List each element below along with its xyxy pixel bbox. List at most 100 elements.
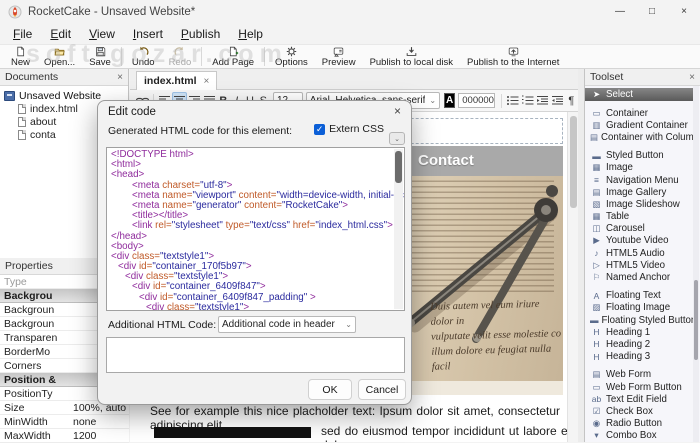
- toolset-item-radio-button[interactable]: ◉ Radio Button: [585, 418, 693, 430]
- menu-insert[interactable]: Insert: [124, 25, 172, 43]
- code-line: <div class="textstyle1">: [146, 301, 250, 311]
- format-separator: [500, 93, 502, 108]
- code-line: <link rel="stylesheet" type="text/css" h…: [132, 220, 393, 232]
- rocketcake-window: RocketCake - Unsaved Website* — □ × File…: [0, 0, 700, 443]
- property-row[interactable]: MaxWidth 1200: [0, 429, 129, 443]
- extern-css-checkbox[interactable]: ✓ Extern CSS: [314, 123, 384, 135]
- tab-close-icon[interactable]: ×: [204, 76, 210, 87]
- toolbar-open-button[interactable]: Open...: [37, 45, 82, 68]
- toolset-item-floating-styled-button[interactable]: ▬ Floating Styled Button: [585, 314, 693, 326]
- cancel-button[interactable]: Cancel: [358, 379, 406, 400]
- container-icon: ▭: [592, 107, 601, 118]
- ok-button[interactable]: OK: [308, 379, 352, 400]
- maximize-button[interactable]: □: [636, 0, 668, 23]
- toolset-scrollbar[interactable]: [693, 86, 699, 442]
- documents-close-icon[interactable]: ×: [117, 72, 123, 83]
- menu-publish[interactable]: Publish: [172, 25, 229, 43]
- tab-index-html[interactable]: index.html ×: [136, 71, 218, 90]
- toolset-item-html5-audio[interactable]: ♪ HTML5 Audio: [585, 247, 693, 259]
- toolset-item-combo-box[interactable]: ▾ Combo Box: [585, 430, 693, 442]
- additional-code-textarea[interactable]: [106, 337, 405, 373]
- menu-view[interactable]: View: [80, 25, 124, 43]
- code-line: </head>: [111, 230, 147, 242]
- combo-box-icon: ▾: [594, 430, 599, 441]
- toolbar-undo-button[interactable]: Undo: [125, 45, 162, 68]
- toolset-item-styled-button[interactable]: ▬ Styled Button: [585, 150, 693, 162]
- toolbar-separator: [264, 47, 266, 66]
- bullet-list-button[interactable]: [505, 92, 520, 110]
- panel-splitter[interactable]: [578, 69, 585, 442]
- web-form-button-icon: ▭: [592, 381, 601, 392]
- toolbar-separator: [201, 47, 203, 66]
- increase-indent-button[interactable]: [535, 92, 550, 110]
- toolset-item-image-gallery[interactable]: ▤ Image Gallery: [585, 186, 693, 198]
- toolbar-preview-button[interactable]: Preview: [315, 45, 363, 68]
- numbered-list-button[interactable]: [520, 92, 535, 110]
- toolset-item-floating-image[interactable]: ▨ Floating Image: [585, 302, 693, 314]
- decrease-indent-button[interactable]: [550, 92, 565, 110]
- dark-highlight-bar[interactable]: [154, 427, 311, 438]
- menu-file[interactable]: File: [4, 25, 41, 43]
- toolset-item-table[interactable]: ▦ Table: [585, 211, 693, 223]
- property-row[interactable]: MinWidth none: [0, 415, 129, 429]
- toolset-item-navigation-menu[interactable]: ≡ Navigation Menu: [585, 174, 693, 186]
- checkbox-checked-icon[interactable]: ✓: [314, 123, 326, 135]
- toolset-item-text-edit-field[interactable]: ab Text Edit Field: [585, 393, 693, 405]
- toolset-item-gradient-container[interactable]: ▥ Gradient Container: [585, 119, 693, 131]
- scrollbar-thumb[interactable]: [694, 280, 698, 360]
- additional-code-select[interactable]: Additional code in header ⌄: [218, 316, 356, 333]
- toolset-close-icon[interactable]: ×: [689, 72, 695, 83]
- additional-code-label: Additional HTML Code:: [108, 319, 217, 331]
- toolset-item-select[interactable]: ➤ Select: [585, 88, 693, 101]
- toolset-item-web-form[interactable]: ▤ Web Form: [585, 369, 693, 381]
- toolbar-save-button[interactable]: Save: [82, 45, 118, 68]
- pilcrow-button[interactable]: ¶: [565, 92, 578, 110]
- toolset-item-named-anchor[interactable]: ⚐ Named Anchor: [585, 271, 693, 283]
- dialog-title: Edit code: [108, 106, 156, 118]
- editor-vertical-scrollbar[interactable]: [567, 112, 578, 442]
- toolset-item-heading-1[interactable]: H Heading 1: [585, 326, 693, 338]
- generated-code-view[interactable]: <!DOCTYPE html> <html> <head> <meta charset…: [106, 147, 405, 311]
- toolbar-add-page-button[interactable]: Add Page: [205, 45, 261, 68]
- close-button[interactable]: ×: [668, 0, 700, 23]
- code-scrollbar[interactable]: [394, 149, 403, 309]
- toolbar-publish-local-button[interactable]: Publish to local disk: [363, 45, 460, 68]
- dialog-close-icon[interactable]: ×: [394, 104, 401, 118]
- toolset-item-floating-text[interactable]: A Floating Text: [585, 290, 693, 302]
- scrollbar-thumb[interactable]: [395, 151, 402, 183]
- toolbar-redo-button[interactable]: Redo: [162, 45, 199, 68]
- image-gallery-icon: ▤: [592, 186, 601, 197]
- image-slideshow-icon: ▧: [592, 198, 601, 209]
- toolset-item-carousel[interactable]: ◫ Carousel: [585, 223, 693, 235]
- toolset-item-check-box[interactable]: ☑ Check Box: [585, 405, 693, 417]
- publish-disk-icon: [406, 47, 417, 56]
- bullet-list-icon: [506, 96, 519, 105]
- named-anchor-icon: ⚐: [592, 272, 601, 283]
- minimize-button[interactable]: —: [604, 0, 636, 23]
- menu-edit[interactable]: Edit: [41, 25, 80, 43]
- page-icon: [18, 103, 26, 114]
- toolbar-separator: [120, 47, 122, 66]
- website-icon: [4, 90, 15, 101]
- toolset-item-web-form-button[interactable]: ▭ Web Form Button: [585, 381, 693, 393]
- new-page-icon: [17, 46, 25, 57]
- toolset-item-image-slideshow[interactable]: ▧ Image Slideshow: [585, 198, 693, 210]
- body-paragraph-line2[interactable]: sed do eiusmod tempor incididunt ut labo…: [321, 424, 571, 442]
- color-hex-field[interactable]: 000000: [458, 93, 495, 108]
- menu-help[interactable]: Help: [229, 25, 272, 43]
- toolbar-new-button[interactable]: New: [4, 45, 37, 68]
- toolset-item-image[interactable]: ▦ Image: [585, 162, 693, 174]
- page-icon: [18, 116, 26, 127]
- toolbar-publish-internet-button[interactable]: Publish to the Internet: [460, 45, 566, 68]
- toolset-item-youtube-video[interactable]: ▶ Youtube Video: [585, 235, 693, 247]
- toolset-item-heading-2[interactable]: H Heading 2: [585, 338, 693, 350]
- floating-styled-button-icon: ▬: [590, 315, 599, 326]
- toolset-item-container[interactable]: ▭ Container: [585, 107, 693, 119]
- code-options-mini-button[interactable]: ⌄: [389, 132, 405, 145]
- toolbar-options-button[interactable]: Options: [268, 45, 315, 68]
- toolset-item-heading-3[interactable]: H Heading 3: [585, 351, 693, 363]
- scrollbar-thumb[interactable]: [570, 116, 577, 208]
- toolset-item-container-with-columns[interactable]: ▤ Container with Columns: [585, 131, 693, 143]
- text-color-swatch[interactable]: A: [444, 93, 456, 108]
- toolset-item-html5-video[interactable]: ▷ HTML5 Video: [585, 259, 693, 271]
